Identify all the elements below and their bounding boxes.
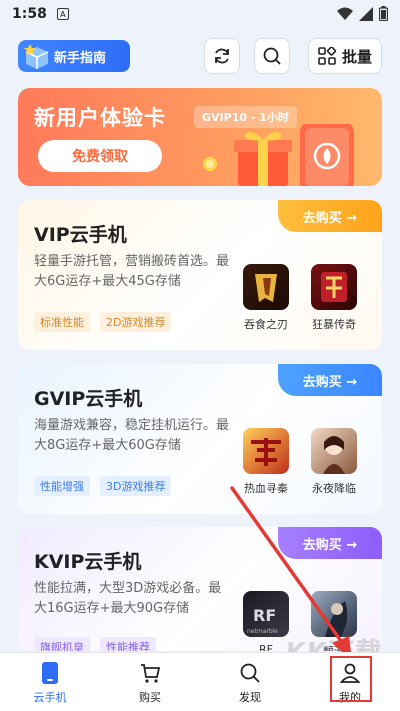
discover-search-icon [238,661,262,685]
game-item[interactable]: 热血寻秦 [238,428,294,496]
tag: 标准性能 [34,312,90,332]
game-name: 永夜降临 [312,482,356,495]
game-logo-caption: netmarble [247,628,278,635]
top-toolbar: 新手指南 批量 [0,36,400,76]
nav-label: 云手机 [33,691,67,704]
cloud-phone-icon [38,661,62,685]
game-icon [311,591,357,637]
batch-button[interactable]: 批量 [308,38,382,74]
gift-phone-illustration [203,124,354,186]
nav-cloud-phone[interactable]: 云手机 [0,653,100,711]
nav-discover[interactable]: 发现 [200,653,300,711]
search-button[interactable] [254,38,290,74]
game-logo-glyph: RF [253,606,276,625]
game-name: 热血寻秦 [244,482,288,495]
game-item[interactable]: 狂暴传奇 [306,264,362,332]
tag: 3D游戏推荐 [100,476,172,496]
battery-icon [379,6,388,21]
game-icon [311,264,357,310]
status-bar: 1:58 A [0,0,400,28]
tag: 性能增强 [34,476,90,496]
game-icon: RF netmarble [243,591,289,637]
vip-card[interactable]: VIP云手机 轻量手游托管，营销搬砖首选。最大6G运存+最大45G存储 去购买 … [18,200,382,350]
guide-box-icon [24,44,49,69]
trial-card-banner[interactable]: 新用户体验卡 GVIP10 - 1小时 免费领取 [18,88,382,186]
nav-label: 购买 [139,691,161,704]
game-item[interactable]: 吞食之刃 [238,264,294,332]
refresh-button[interactable] [204,38,240,74]
search-icon [263,47,281,65]
signal-icon [359,6,373,21]
buy-button[interactable]: 去购买 → [278,527,382,559]
tag: 性能推荐 [100,637,156,651]
game-icon [243,264,289,310]
batch-label: 批量 [341,47,372,66]
game-name: 吞食之刃 [244,318,288,331]
game-name: 狂暴传奇 [312,318,356,331]
game-icon [311,428,357,474]
mine-highlight-box [330,656,372,702]
buy-button[interactable]: 去购买 → [278,200,382,232]
card-title: GVIP云手机 [34,388,143,410]
status-time: 1:58 [12,6,47,22]
cart-icon [138,661,162,685]
tag: 2D游戏推荐 [100,312,172,332]
card-title: VIP云手机 [34,224,127,246]
nav-buy[interactable]: 购买 [100,653,200,711]
wifi-icon [337,7,353,20]
guide-label: 新手指南 [54,50,107,66]
beginner-guide-button[interactable]: 新手指南 [18,40,130,72]
card-title: KVIP云手机 [34,551,142,573]
gvip-card[interactable]: GVIP云手机 海量游戏兼容，稳定挂机运行。最大8G运存+最大60G存储 去购买… [18,364,382,514]
buy-button[interactable]: 去购买 → [278,364,382,396]
nav-label: 发现 [239,691,261,704]
game-item[interactable]: 永夜降临 [306,428,362,496]
tag: 旗舰机皇 [34,637,90,651]
card-description: 性能拉满，大型3D游戏必备。最大16G运存+最大90G存储 [34,581,222,616]
refresh-icon [215,48,229,64]
game-icon [243,428,289,474]
free-claim-button[interactable]: 免费领取 [38,140,162,172]
card-description: 轻量手游托管，营销搬砖首选。最大6G运存+最大45G存储 [34,254,230,289]
banner-title: 新用户体验卡 [34,106,166,130]
notification-icon: A [56,8,69,20]
card-description: 海量游戏兼容，稳定挂机运行。最大8G运存+最大60G存储 [34,418,230,453]
batch-grid-icon [318,47,336,65]
